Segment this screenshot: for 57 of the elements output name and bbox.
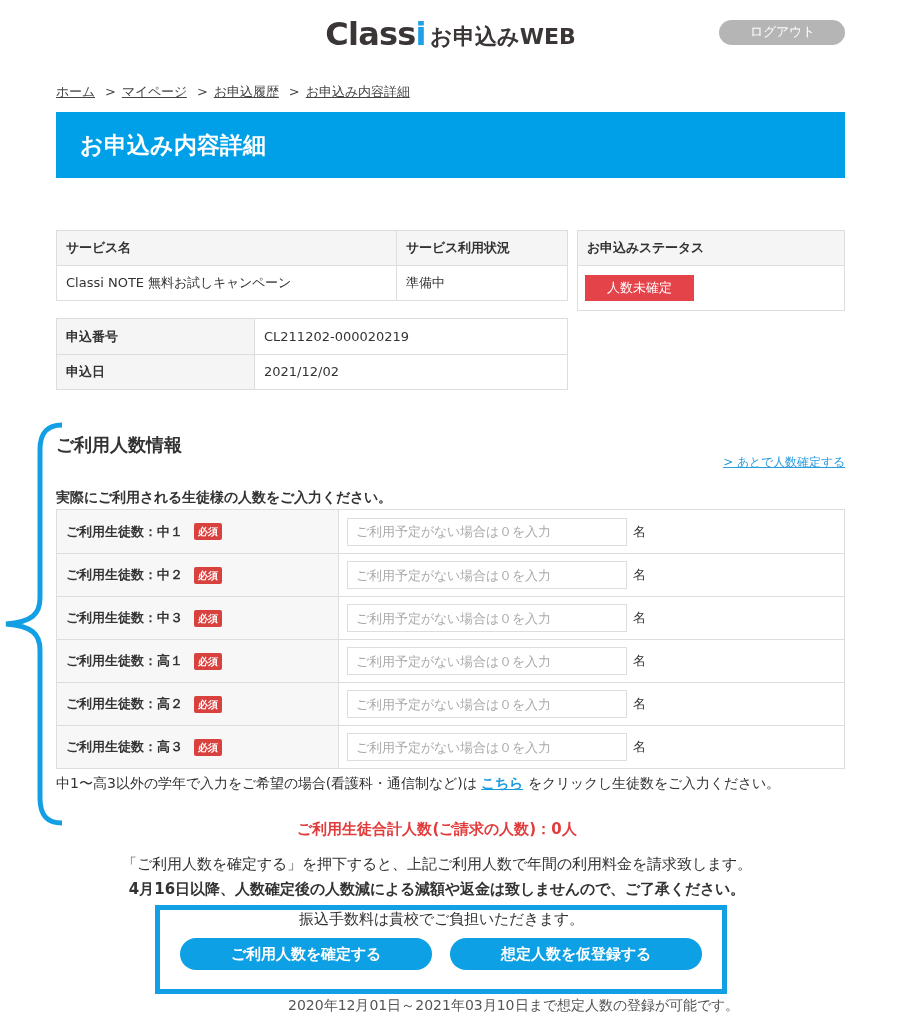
field-label: ご利用生徒数：中３ <box>66 609 184 628</box>
fee-notice: 振込手数料は貴校でご負担いただきます。 <box>297 910 585 928</box>
count-input[interactable]: ご利用予定がない場合は０を入力 <box>347 733 627 761</box>
row-header: 申込日 <box>57 355 255 389</box>
count-input[interactable]: ご利用予定がない場合は０を入力 <box>347 690 627 718</box>
breadcrumb-link[interactable]: ホーム <box>56 82 95 102</box>
note-text: 中1〜高3以外の学年で入力をご希望の場合(看護科・通信制など)は こちら をクリックし生徒数をご入力ください。 <box>56 774 781 793</box>
breadcrumb-link[interactable]: お申込み内容詳細 <box>305 82 410 102</box>
breadcrumb-link[interactable]: お申込履歴 <box>213 82 279 102</box>
unit-label: 名 <box>633 652 646 671</box>
field-label: ご利用生徒数：中１ <box>66 522 184 541</box>
notice-text: 4月16日以降、人数確定後の人数減による減額や返金は致しませんので、ご了承ください。 <box>128 879 746 900</box>
count-input[interactable]: ご利用予定がない場合は０を入力 <box>347 517 627 546</box>
status-badge: 人数未確定 <box>585 275 694 301</box>
here-link[interactable]: こちら <box>481 775 524 791</box>
unit-label: 名 <box>633 609 646 628</box>
field-label: ご利用生徒数：高３ <box>66 738 184 757</box>
required-badge: 必須 <box>194 566 222 584</box>
breadcrumb-separator: > <box>105 83 116 102</box>
site-title: お申込みWEB <box>429 23 576 51</box>
field-label: ご利用生徒数：高２ <box>66 695 184 714</box>
logo-wordmark: Classi <box>325 16 426 52</box>
period-notice: 2020年12月01日～2021年03月10日まで想定人数の登録が可能です。 <box>287 996 740 1014</box>
notice-text: 「ご利用人数を確定する」を押下すると、上記ご利用人数で年間の利用料金を請求致します。 <box>122 854 752 875</box>
instruction-text: 実際にご利用される生徒様の人数をご入力ください。 <box>56 489 393 505</box>
field-label: ご利用生徒数：中２ <box>66 566 184 585</box>
required-badge: 必須 <box>194 523 222 540</box>
logout-button[interactable]: ログアウト <box>719 19 845 45</box>
unit-label: 名 <box>633 695 646 714</box>
page-title: お申込み内容詳細 <box>56 112 845 178</box>
table-cell-text: CL211202-000020219 <box>263 327 411 346</box>
row-header: 申込番号 <box>57 319 255 354</box>
unit-label: 名 <box>633 522 646 541</box>
required-badge: 必須 <box>194 738 222 756</box>
required-badge: 必須 <box>194 652 222 670</box>
count-input[interactable]: ご利用予定がない場合は０を入力 <box>347 561 627 589</box>
breadcrumb-link[interactable]: マイページ <box>121 82 187 102</box>
action-button[interactable]: ご利用人数を確定する <box>180 938 432 970</box>
column-header: サービス利用状況 <box>397 231 567 265</box>
total-count: ご利用生徒合計人数(ご請求の人数)：0人 <box>296 819 578 839</box>
section-title: ご利用人数情報 <box>56 433 182 457</box>
field-label: ご利用生徒数：高１ <box>66 652 184 671</box>
count-input[interactable]: ご利用予定がない場合は０を入力 <box>347 604 627 632</box>
unit-label: 名 <box>633 738 646 757</box>
unit-label: 名 <box>633 566 646 585</box>
table-cell-text: 2021/12/02 <box>263 363 340 382</box>
required-badge: 必須 <box>194 609 222 627</box>
breadcrumb-separator: > <box>196 83 208 102</box>
column-header: サービス名 <box>57 231 397 265</box>
status-heading: お申込みステータス <box>578 231 844 266</box>
count-input[interactable]: ご利用予定がない場合は０を入力 <box>347 647 627 675</box>
table-cell: Classi NOTE 無料お試しキャンペーン <box>57 266 397 300</box>
action-button[interactable]: 想定人数を仮登録する <box>450 938 702 970</box>
breadcrumb-separator: > <box>288 83 300 102</box>
required-badge: 必須 <box>194 695 222 713</box>
table-cell-text: 準備中 <box>405 274 446 293</box>
later-link[interactable]: > あとで人数確定する <box>723 455 845 469</box>
